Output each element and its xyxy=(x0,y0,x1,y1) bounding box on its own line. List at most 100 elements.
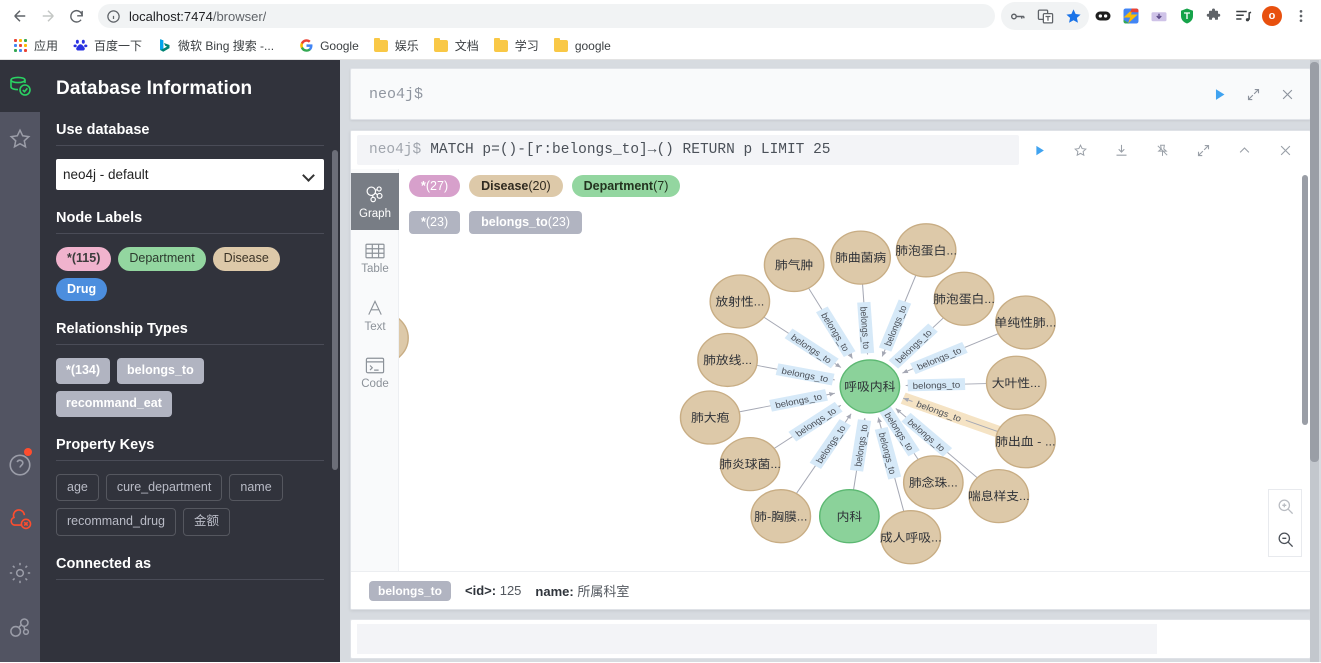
tab-graph[interactable]: Graph xyxy=(351,173,399,230)
svg-text:belongs_to: belongs_to xyxy=(819,311,851,353)
legend-rel-chip[interactable]: belongs_to(23) xyxy=(469,211,583,234)
database-select[interactable]: neo4j - default system xyxy=(56,159,324,190)
zoom-out-icon[interactable] xyxy=(1268,523,1302,556)
frame-query-text[interactable]: neo4j$ MATCH p=()-[r:belongs_to]→() RETU… xyxy=(357,135,1019,165)
sidebar-item-cloud-disconnected[interactable] xyxy=(0,492,40,546)
edge-label: belongs_to xyxy=(907,378,966,392)
tab-text[interactable]: Text xyxy=(351,287,399,344)
bookmark-baidu[interactable]: 百度一下 xyxy=(65,35,149,57)
run-play-icon[interactable] xyxy=(1019,131,1060,169)
extension-dark-icon[interactable] xyxy=(1089,2,1117,30)
sidebar-item-settings[interactable] xyxy=(0,546,40,600)
property-key-chip[interactable]: cure_department xyxy=(105,473,223,502)
bookmark-label: 学习 xyxy=(514,39,539,53)
tab-code[interactable]: Code xyxy=(351,344,399,401)
node-label-chip[interactable]: Department xyxy=(118,247,206,271)
bookmark-google[interactable]: Google xyxy=(291,35,366,57)
node-label: 成人呼吸... xyxy=(880,531,942,544)
playlist-icon[interactable] xyxy=(1229,2,1257,30)
status-name: name: 所属科室 xyxy=(535,584,630,599)
graph-node[interactable]: 肺出血 - ... xyxy=(995,414,1056,469)
graph-node[interactable]: 大叶性... xyxy=(985,355,1047,410)
graph-node[interactable]: 肺曲菌病 xyxy=(830,230,892,285)
graph-nodes[interactable]: 肺气肿肺曲菌病肺泡蛋白...肺泡蛋白...单纯性肺...大叶性...肺出血 - … xyxy=(399,223,1057,565)
relationship-type-chip[interactable]: belongs_to xyxy=(117,358,204,384)
sidebar-item-favorites[interactable] xyxy=(0,112,40,166)
translate-icon[interactable] xyxy=(1031,2,1059,30)
graph-node[interactable]: 单纯性肺... xyxy=(995,295,1057,350)
node-label-chip[interactable]: Drug xyxy=(56,277,108,302)
bookmark-apps[interactable]: 应用 xyxy=(5,35,65,57)
extension-download-icon[interactable] xyxy=(1145,2,1173,30)
property-key-chip[interactable]: recommand_drug xyxy=(56,508,176,536)
download-icon[interactable] xyxy=(1101,131,1142,169)
zoom-in-icon[interactable] xyxy=(1268,490,1302,523)
forward-arrow-icon[interactable] xyxy=(34,2,62,30)
query-editor[interactable]: neo4j$ xyxy=(350,68,1311,120)
property-key-chip[interactable]: 金额 xyxy=(182,508,230,536)
graph-node[interactable]: 肺-胸膜... xyxy=(750,489,812,544)
bookmark-star-icon[interactable] xyxy=(1059,2,1087,30)
graph-node[interactable]: 肺大疱 xyxy=(679,390,741,445)
sidebar-item-about[interactable] xyxy=(0,600,40,654)
graph-node[interactable]: 肺炎球菌... xyxy=(719,436,781,492)
legend-node-chip[interactable]: *(27) xyxy=(409,175,461,198)
bookmark-folder-google[interactable]: google xyxy=(546,35,618,57)
next-result-frame[interactable] xyxy=(350,619,1311,659)
graph-node[interactable]: 内科 xyxy=(818,489,880,544)
pin-frame-icon[interactable] xyxy=(1142,131,1183,169)
close-frame-icon[interactable] xyxy=(1265,131,1306,169)
relationship-type-chip[interactable]: recommand_eat xyxy=(56,390,172,417)
graph-node[interactable]: 放射性... xyxy=(709,274,771,329)
reload-icon[interactable] xyxy=(62,2,90,30)
node-label-chip[interactable]: *(115) xyxy=(56,247,112,271)
legend-rel-chip[interactable]: *(23) xyxy=(409,211,461,234)
graph-node[interactable] xyxy=(399,312,409,365)
sidebar-item-help[interactable] xyxy=(0,438,40,492)
svg-text:belongs_to: belongs_to xyxy=(789,333,834,366)
sidebar-scrollbar[interactable] xyxy=(332,150,338,470)
bookmark-folder-entertainment[interactable]: 娱乐 xyxy=(366,35,426,57)
legend-node-chip[interactable]: Department(7) xyxy=(571,175,681,198)
graph-node[interactable]: 喘息样支... xyxy=(968,468,1030,524)
graph-canvas[interactable]: *(27) Disease(20) Department(7) *(23) be… xyxy=(399,169,1310,571)
play-run-icon[interactable] xyxy=(1202,77,1236,111)
stream-scrollbar[interactable] xyxy=(1310,60,1319,662)
property-key-chip[interactable]: age xyxy=(56,473,99,502)
relationship-types-section: Relationship Types *(134) belongs_to rec… xyxy=(56,321,324,417)
key-icon[interactable] xyxy=(1003,2,1031,30)
graph-node[interactable]: 成人呼吸... xyxy=(880,510,942,565)
bookmark-bing[interactable]: 微软 Bing 搜索 -... xyxy=(149,35,281,57)
property-key-chip[interactable]: name xyxy=(229,473,283,502)
divider xyxy=(56,459,324,461)
pin-favorite-star-icon[interactable] xyxy=(1060,131,1101,169)
bookmark-folder-docs[interactable]: 文档 xyxy=(426,35,486,57)
shield-icon[interactable] xyxy=(1173,2,1201,30)
tab-table[interactable]: Table xyxy=(351,230,399,287)
graph-node[interactable]: 肺念珠... xyxy=(902,455,964,510)
three-dot-menu-icon[interactable] xyxy=(1287,2,1315,30)
graph-node[interactable]: 肺放线... xyxy=(697,332,758,388)
puzzle-extensions-icon[interactable] xyxy=(1201,2,1229,30)
next-frame-query[interactable] xyxy=(357,624,1157,654)
bookmark-folder-study[interactable]: 学习 xyxy=(486,35,546,57)
fullscreen-expand-icon[interactable] xyxy=(1183,131,1224,169)
graph-node[interactable]: 肺气肿 xyxy=(763,237,825,293)
expand-editor-icon[interactable] xyxy=(1236,77,1270,111)
graph-node[interactable]: 呼吸内科 xyxy=(839,359,901,414)
graph-node[interactable]: 肺泡蛋白... xyxy=(895,223,957,278)
site-info-icon[interactable] xyxy=(106,9,121,24)
sidebar-item-database[interactable] xyxy=(0,60,40,112)
collapse-chevron-up-icon[interactable] xyxy=(1224,131,1265,169)
address-bar[interactable]: localhost:7474/browser/ xyxy=(98,4,995,28)
edge-label: belongs_to xyxy=(775,363,835,386)
legend-node-chip[interactable]: Disease(20) xyxy=(469,175,563,198)
frame-scrollbar[interactable] xyxy=(1302,175,1308,425)
node-label-chip[interactable]: Disease xyxy=(212,247,280,271)
extension-colorful-icon[interactable] xyxy=(1117,2,1145,30)
close-editor-icon[interactable] xyxy=(1270,77,1304,111)
profile-avatar[interactable]: o xyxy=(1262,6,1282,26)
back-arrow-icon[interactable] xyxy=(6,2,34,30)
relationship-type-chip[interactable]: *(134) xyxy=(56,358,111,384)
graph-node[interactable]: 肺泡蛋白... xyxy=(933,271,995,326)
